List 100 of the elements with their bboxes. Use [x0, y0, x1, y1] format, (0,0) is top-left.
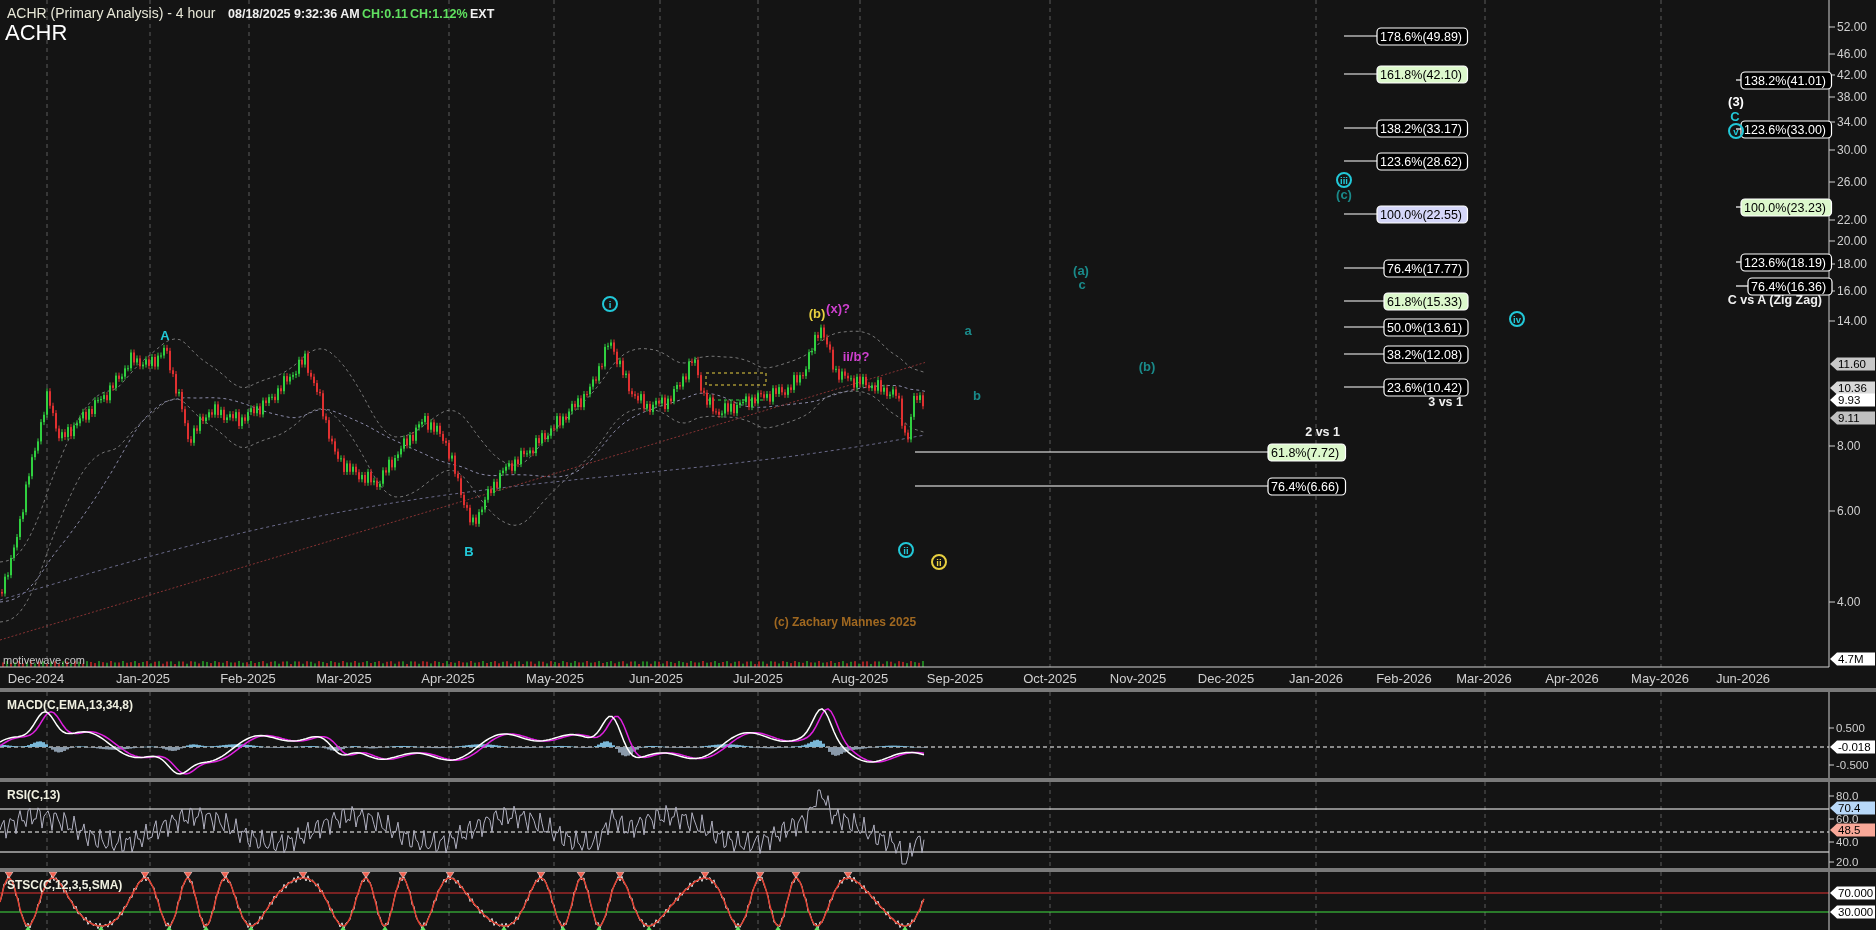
fib-level-label: 100.0%(22.55): [1376, 205, 1469, 224]
wave-label: a: [964, 323, 972, 338]
price-axis-label: 16.00: [1837, 284, 1868, 298]
time-axis-label: Mar-2026: [1456, 671, 1512, 686]
indicator-label: RSI(C,13): [7, 788, 61, 802]
wave-label: (c): [1336, 187, 1352, 202]
price-tag: 70.000: [1830, 886, 1875, 900]
time-axis-label: Mar-2025: [316, 671, 372, 686]
time-axis-label: May-2026: [1631, 671, 1689, 686]
indicator-axis-label: 20.0: [1836, 856, 1859, 868]
price-axis-label: 22.00: [1837, 213, 1868, 227]
time-axis-label: Apr-2025: [421, 671, 475, 686]
symbol-label: ACHR: [5, 20, 68, 45]
leader-line: [1343, 326, 1385, 328]
dashed-box-drawing: [705, 372, 767, 401]
fib-level-label: 100.0%(23.23): [1740, 198, 1833, 217]
wave-label: ii/b?: [842, 349, 870, 364]
price-axis-label: 26.00: [1837, 175, 1868, 189]
wave-label: b: [973, 388, 981, 403]
price-axis-label: 18.00: [1837, 257, 1868, 271]
price-tag: 4.7M: [1830, 652, 1875, 666]
fib-level-label: 178.6%(49.89): [1376, 27, 1469, 46]
indicator-axis-label: 0.500: [1836, 722, 1865, 734]
time-axis-label: Aug-2025: [831, 671, 889, 686]
wave-label: (b): [1138, 359, 1156, 374]
leader-line: [1343, 300, 1385, 302]
time-axis-label: Oct-2025: [1023, 671, 1077, 686]
leader-line: [1343, 386, 1385, 388]
leader-line: [1343, 127, 1378, 129]
leader-line: [1343, 35, 1378, 37]
time-axis-label: Jun-2025: [628, 671, 684, 686]
wave-label: (a): [1073, 263, 1089, 278]
time-axis-label: Dec-2024: [7, 671, 65, 686]
fib-level-label: 76.4%(16.36): [1747, 277, 1833, 296]
price-axis-label: 46.00: [1837, 47, 1868, 61]
price-axis-label: 52.00: [1837, 20, 1868, 34]
annotation-text: 2 vs 1: [1305, 425, 1340, 439]
wave-label: C: [1730, 109, 1740, 124]
leader-line: [1343, 73, 1378, 75]
wave-label: c: [1078, 277, 1086, 292]
price-tag: -0.018: [1830, 740, 1875, 754]
time-axis-label: Feb-2025: [220, 671, 276, 686]
fib-level-label: 38.2%(12.08): [1383, 345, 1469, 364]
fib-level-label: 138.2%(33.17): [1376, 119, 1469, 138]
price-axis-label: 30.00: [1837, 143, 1868, 157]
wave-label: (3): [1728, 94, 1744, 109]
price-axis-label: 34.00: [1837, 115, 1868, 129]
price-tag: 70.4: [1830, 801, 1875, 815]
fib-level-label: 161.8%(42.10): [1376, 65, 1469, 84]
copyright-text: (c) Zachary Mannes 2025: [774, 615, 917, 629]
indicator-axis-label: 40.0: [1836, 836, 1859, 848]
price-tag: 10.36: [1830, 381, 1875, 395]
indicator-label: MACD(C,EMA,13,34,8): [7, 698, 134, 712]
annotation-text: C vs A (Zig Zag): [1727, 293, 1822, 307]
wave-label: B: [464, 544, 474, 559]
time-axis-label: Sep-2025: [926, 671, 984, 686]
leader-line: [1735, 128, 1742, 130]
indicator-axis-label: 60.0: [1836, 813, 1859, 825]
time-axis-label: May-2025: [526, 671, 584, 686]
price-tag: 48.5: [1830, 823, 1875, 837]
time-axis-label: Dec-2025: [1197, 671, 1255, 686]
fib-level-label: 23.6%(10.42): [1383, 378, 1469, 397]
circled-wave-label: i: [602, 296, 618, 312]
fib-level-label: 123.6%(18.19): [1740, 253, 1833, 272]
price-axis-label: 38.00: [1837, 90, 1868, 104]
price-tag: 30.000: [1830, 905, 1875, 919]
leader-line: [1735, 285, 1749, 287]
annotation-text: 3 vs 1: [1428, 395, 1463, 409]
source-text: motivewave.com: [3, 654, 85, 666]
fib-level-label: 61.8%(15.33): [1383, 292, 1469, 311]
price-tag: 11.60: [1830, 357, 1875, 371]
price-axis-label: 20.00: [1837, 234, 1868, 248]
fib-level-label: 50.0%(13.61): [1383, 318, 1469, 337]
price-axis-label: 6.00: [1837, 504, 1861, 518]
time-axis-label: Apr-2026: [1545, 671, 1599, 686]
leader-line: [1343, 267, 1385, 269]
wave-label: (b): [808, 306, 826, 321]
leader-line: [1735, 79, 1742, 81]
fib-level-label: 61.8%(7.72): [1267, 443, 1347, 462]
price-axis-label: 42.00: [1837, 68, 1868, 82]
price-tag: 9.11: [1830, 411, 1875, 425]
circled-wave-label: iii: [1336, 172, 1352, 188]
circled-wave-label: ii: [931, 554, 947, 570]
price-axis-label: 14.00: [1837, 314, 1868, 328]
circled-wave-label: ii: [898, 542, 914, 558]
time-axis-label: Jun-2026: [1715, 671, 1771, 686]
change-percent: CH:1.12%: [410, 7, 468, 21]
time-axis-label: Jan-2025: [115, 671, 171, 686]
timestamp: 08/18/2025 9:32:36 AM: [228, 7, 360, 21]
circled-wave-label: iv: [1509, 311, 1525, 327]
leader-line: [1735, 206, 1742, 208]
price-axis-label: 4.00: [1837, 595, 1861, 609]
indicator-axis-label: -0.500: [1836, 759, 1869, 771]
leader-line: [1343, 213, 1378, 215]
leader-line: [1343, 160, 1378, 162]
leader-line: [1735, 261, 1742, 263]
wave-label: A: [160, 328, 170, 343]
fib-level-label: 123.6%(33.00): [1740, 120, 1833, 139]
fib-level-label: 138.2%(41.01): [1740, 71, 1833, 90]
indicator-axis-label: 80.0: [1836, 790, 1859, 802]
